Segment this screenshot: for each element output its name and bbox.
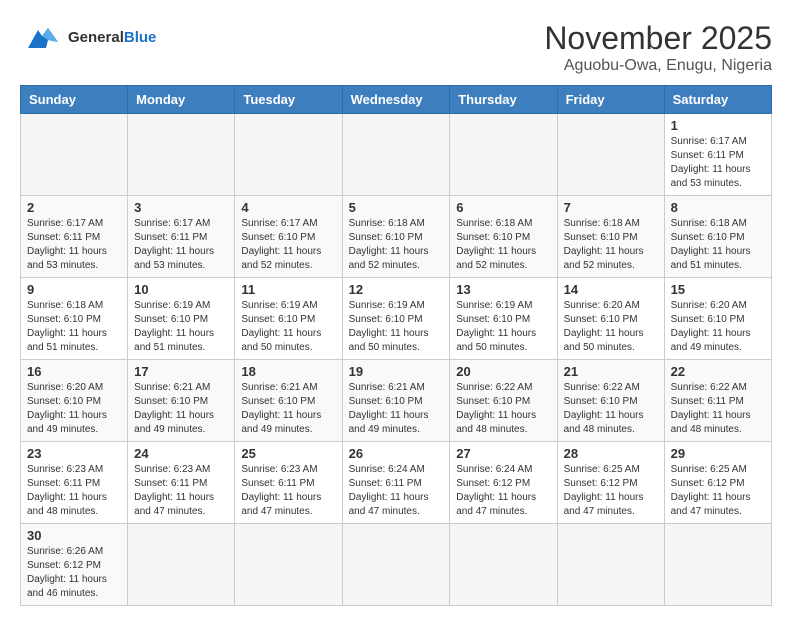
day-24: 24 Sunrise: 6:23 AMSunset: 6:11 PMDaylig… bbox=[128, 442, 235, 524]
day-18: 18 Sunrise: 6:21 AMSunset: 6:10 PMDaylig… bbox=[235, 360, 342, 442]
day-27: 27 Sunrise: 6:24 AMSunset: 6:12 PMDaylig… bbox=[450, 442, 557, 524]
day-4: 4 Sunrise: 6:17 AMSunset: 6:10 PMDayligh… bbox=[235, 196, 342, 278]
empty-cell bbox=[128, 524, 235, 606]
calendar-row-3: 9 Sunrise: 6:18 AMSunset: 6:10 PMDayligh… bbox=[21, 278, 772, 360]
empty-cell bbox=[235, 114, 342, 196]
day-2: 2 Sunrise: 6:17 AMSunset: 6:11 PMDayligh… bbox=[21, 196, 128, 278]
day-12: 12 Sunrise: 6:19 AMSunset: 6:10 PMDaylig… bbox=[342, 278, 450, 360]
day-14: 14 Sunrise: 6:20 AMSunset: 6:10 PMDaylig… bbox=[557, 278, 664, 360]
empty-cell bbox=[342, 114, 450, 196]
calendar-row-2: 2 Sunrise: 6:17 AMSunset: 6:11 PMDayligh… bbox=[21, 196, 772, 278]
day-20: 20 Sunrise: 6:22 AMSunset: 6:10 PMDaylig… bbox=[450, 360, 557, 442]
calendar-row-1: 1 Sunrise: 6:17 AM Sunset: 6:11 PM Dayli… bbox=[21, 114, 772, 196]
day-10: 10 Sunrise: 6:19 AMSunset: 6:10 PMDaylig… bbox=[128, 278, 235, 360]
day-17: 17 Sunrise: 6:21 AMSunset: 6:10 PMDaylig… bbox=[128, 360, 235, 442]
header-saturday: Saturday bbox=[664, 86, 771, 114]
day-6: 6 Sunrise: 6:18 AMSunset: 6:10 PMDayligh… bbox=[450, 196, 557, 278]
empty-cell bbox=[664, 524, 771, 606]
day-23: 23 Sunrise: 6:23 AMSunset: 6:11 PMDaylig… bbox=[21, 442, 128, 524]
header-friday: Friday bbox=[557, 86, 664, 114]
header-monday: Monday bbox=[128, 86, 235, 114]
day-29: 29 Sunrise: 6:25 AMSunset: 6:12 PMDaylig… bbox=[664, 442, 771, 524]
header-tuesday: Tuesday bbox=[235, 86, 342, 114]
header-wednesday: Wednesday bbox=[342, 86, 450, 114]
day-28: 28 Sunrise: 6:25 AMSunset: 6:12 PMDaylig… bbox=[557, 442, 664, 524]
day-19: 19 Sunrise: 6:21 AMSunset: 6:10 PMDaylig… bbox=[342, 360, 450, 442]
title-block: November 2025 Aguobu-Owa, Enugu, Nigeria bbox=[544, 20, 772, 75]
page-header: GeneralBlue November 2025 Aguobu-Owa, En… bbox=[20, 20, 772, 75]
logo-blue: Blue bbox=[124, 29, 157, 46]
header-sunday: Sunday bbox=[21, 86, 128, 114]
calendar-row-5: 23 Sunrise: 6:23 AMSunset: 6:11 PMDaylig… bbox=[21, 442, 772, 524]
day-21: 21 Sunrise: 6:22 AMSunset: 6:10 PMDaylig… bbox=[557, 360, 664, 442]
location: Aguobu-Owa, Enugu, Nigeria bbox=[544, 57, 772, 75]
day-5: 5 Sunrise: 6:18 AMSunset: 6:10 PMDayligh… bbox=[342, 196, 450, 278]
empty-cell bbox=[450, 524, 557, 606]
empty-cell bbox=[128, 114, 235, 196]
weekday-header-row: Sunday Monday Tuesday Wednesday Thursday… bbox=[21, 86, 772, 114]
day-15: 15 Sunrise: 6:20 AMSunset: 6:10 PMDaylig… bbox=[664, 278, 771, 360]
empty-cell bbox=[235, 524, 342, 606]
day-9: 9 Sunrise: 6:18 AMSunset: 6:10 PMDayligh… bbox=[21, 278, 128, 360]
day-8: 8 Sunrise: 6:18 AMSunset: 6:10 PMDayligh… bbox=[664, 196, 771, 278]
day-13: 13 Sunrise: 6:19 AMSunset: 6:10 PMDaylig… bbox=[450, 278, 557, 360]
day-22: 22 Sunrise: 6:22 AMSunset: 6:11 PMDaylig… bbox=[664, 360, 771, 442]
empty-cell bbox=[450, 114, 557, 196]
empty-cell bbox=[557, 524, 664, 606]
calendar-table: Sunday Monday Tuesday Wednesday Thursday… bbox=[20, 85, 772, 606]
day-25: 25 Sunrise: 6:23 AMSunset: 6:11 PMDaylig… bbox=[235, 442, 342, 524]
calendar-row-6: 30 Sunrise: 6:26 AMSunset: 6:12 PMDaylig… bbox=[21, 524, 772, 606]
empty-cell bbox=[21, 114, 128, 196]
day-16: 16 Sunrise: 6:20 AMSunset: 6:10 PMDaylig… bbox=[21, 360, 128, 442]
day-7: 7 Sunrise: 6:18 AMSunset: 6:10 PMDayligh… bbox=[557, 196, 664, 278]
logo-icon bbox=[20, 20, 64, 56]
day-11: 11 Sunrise: 6:19 AMSunset: 6:10 PMDaylig… bbox=[235, 278, 342, 360]
empty-cell bbox=[557, 114, 664, 196]
month-title: November 2025 bbox=[544, 20, 772, 57]
logo-general: General bbox=[68, 29, 124, 46]
header-thursday: Thursday bbox=[450, 86, 557, 114]
day-1: 1 Sunrise: 6:17 AM Sunset: 6:11 PM Dayli… bbox=[664, 114, 771, 196]
calendar-row-4: 16 Sunrise: 6:20 AMSunset: 6:10 PMDaylig… bbox=[21, 360, 772, 442]
day-3: 3 Sunrise: 6:17 AMSunset: 6:11 PMDayligh… bbox=[128, 196, 235, 278]
logo: GeneralBlue bbox=[20, 20, 156, 56]
day-30: 30 Sunrise: 6:26 AMSunset: 6:12 PMDaylig… bbox=[21, 524, 128, 606]
empty-cell bbox=[342, 524, 450, 606]
day-26: 26 Sunrise: 6:24 AMSunset: 6:11 PMDaylig… bbox=[342, 442, 450, 524]
